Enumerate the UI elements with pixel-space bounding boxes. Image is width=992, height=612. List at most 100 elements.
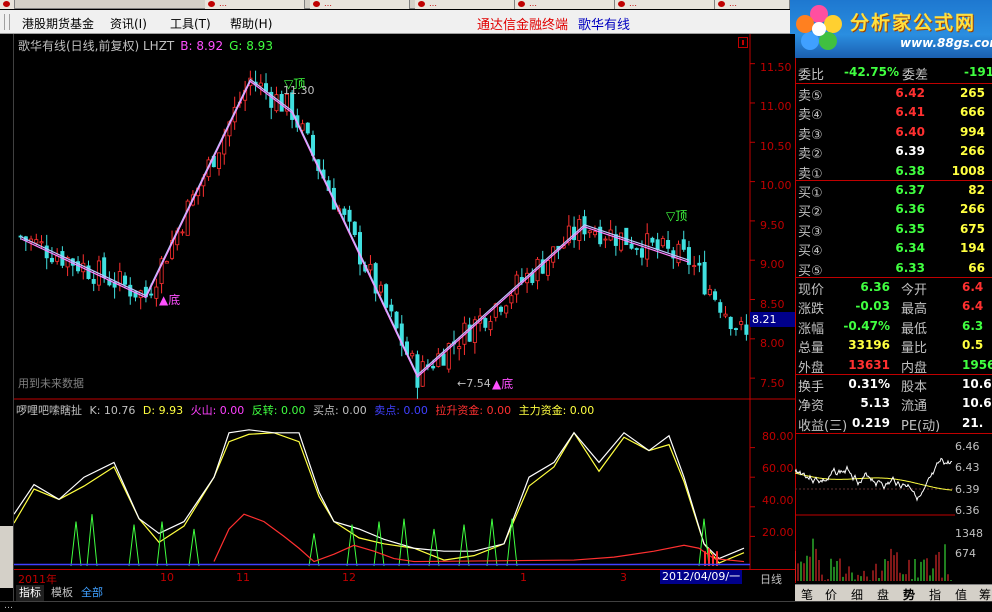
formula-tabs: 指标 模板 全部	[14, 585, 795, 601]
taskbar-item-3[interactable]: …	[415, 0, 515, 9]
mini-price-line	[795, 457, 953, 502]
tab-all[interactable]: 全部	[78, 585, 106, 601]
candle-body	[352, 221, 357, 235]
mini-tick: 6.43	[955, 461, 980, 474]
rtab-book[interactable]: 盘	[877, 586, 889, 603]
ask-price: 6.39	[895, 144, 925, 159]
candle-body	[692, 265, 697, 267]
candle-body	[180, 231, 185, 234]
bottom-triangle-icon: ▲	[492, 377, 502, 391]
indicator-k: K: 10.76	[89, 404, 136, 417]
stat-value: -0.03	[855, 299, 890, 314]
candle-body	[368, 263, 373, 271]
stat2-row[interactable]: 净资 5.13 流通 10.6	[796, 394, 992, 414]
bid-row[interactable]: 买③ 6.35 675	[796, 220, 992, 240]
tab-template[interactable]: 模板	[48, 585, 76, 601]
stat-row[interactable]: 现价 6.36 今开 6.4	[796, 278, 992, 298]
menu-news[interactable]: 资讯(I)	[110, 15, 147, 32]
candle-body	[702, 262, 707, 295]
indicator-sell: 卖点: 0.00	[374, 404, 428, 417]
ask-level-label: 卖②	[798, 147, 823, 163]
panel-toggle-icon[interactable]	[738, 37, 748, 48]
stat2-row[interactable]: 收益(三) 0.219 PE(动) 21.	[796, 414, 992, 434]
menu-help[interactable]: 帮助(H)	[230, 15, 272, 32]
logo-url: www.88gs.com	[900, 36, 992, 50]
cursor-price-label: 8.21	[750, 312, 795, 327]
stat-row[interactable]: 涨跌 -0.03 最高 6.4	[796, 297, 992, 317]
ask-row[interactable]: 卖① 6.38 1008	[796, 162, 992, 182]
taskbar-item-1[interactable]: …	[205, 0, 305, 9]
candle-body	[634, 248, 639, 250]
price-tick: 8.50	[760, 298, 785, 311]
rtab-price[interactable]: 价	[825, 586, 837, 603]
stat-value: 6.4	[962, 299, 984, 314]
menu-futures-funds[interactable]: 港股期货基金	[22, 15, 94, 32]
stat-row[interactable]: 外盘 13631 内盘 1956	[796, 356, 992, 376]
rtab-value[interactable]: 值	[955, 586, 967, 603]
ask-price: 6.38	[895, 163, 925, 178]
bid-level-label: 买②	[798, 205, 823, 221]
reversal-spike	[86, 514, 98, 567]
rtab-trades[interactable]: 笔	[801, 586, 813, 603]
bid-row[interactable]: 买① 6.37 82	[796, 181, 992, 201]
candle-body	[624, 227, 629, 246]
candle-body	[744, 324, 749, 335]
indicator-tick: 20.00	[762, 526, 794, 539]
taskbar-item-2[interactable]: …	[310, 0, 410, 9]
indicator-k-line	[14, 429, 745, 560]
stat-row[interactable]: 涨幅 -0.47% 最低 6.3	[796, 317, 992, 337]
bid-row[interactable]: 买② 6.36 266	[796, 200, 992, 221]
left-scrollbar-thumb[interactable]	[0, 526, 13, 588]
time-label: 3	[620, 571, 627, 584]
bid-row[interactable]: 买⑤ 6.33 66	[796, 259, 992, 279]
ask-level-label: 卖③	[798, 127, 823, 143]
rtab-detail[interactable]: 细	[851, 586, 863, 603]
candle-body	[739, 321, 744, 325]
candle-body	[149, 293, 154, 296]
cursor-date-label: 2012/04/09/一	[660, 570, 743, 584]
mini-tick: 674	[955, 547, 976, 560]
price-tick: 11.50	[760, 61, 792, 74]
ask-row[interactable]: 卖⑤ 6.42 265	[796, 84, 992, 104]
ask-price: 6.40	[895, 124, 925, 139]
bid-row[interactable]: 买④ 6.34 194	[796, 239, 992, 259]
ask-row[interactable]: 卖② 6.39 266	[796, 142, 992, 163]
candle-body	[394, 311, 399, 329]
stat-label: 量比	[901, 341, 928, 357]
rtab-chips[interactable]: 筹	[979, 586, 991, 603]
candle-body	[733, 328, 738, 330]
rtab-index[interactable]: 指	[929, 586, 941, 603]
intraday-mini-chart[interactable]	[795, 433, 955, 583]
time-label: 1	[520, 571, 527, 584]
stat2-row[interactable]: 换手 0.31% 股本 10.6	[796, 375, 992, 395]
stat-value: -0.47%	[843, 318, 890, 333]
tab-indicator[interactable]: 指标	[16, 585, 44, 601]
candle-body	[639, 248, 644, 258]
taskbar-item-4[interactable]: …	[515, 0, 615, 9]
menu-tools[interactable]: 工具(T)	[170, 15, 211, 32]
stock-name: 歌华有线	[578, 18, 631, 33]
candle-body	[728, 316, 733, 330]
candle-body	[102, 257, 107, 279]
ask-row[interactable]: 卖③ 6.40 994	[796, 123, 992, 143]
candle-body	[410, 352, 415, 357]
taskbar-item-6[interactable]: …	[715, 0, 790, 9]
candle-body	[650, 237, 655, 243]
stat-value: 6.4	[962, 280, 984, 294]
left-scrollbar[interactable]	[0, 34, 14, 601]
stat-row[interactable]: 总量 33196 量比 0.5	[796, 336, 992, 357]
taskbar-item-5[interactable]: …	[615, 0, 715, 9]
bottom-price-2: ←7.54	[457, 377, 491, 390]
stat-label: PE(动)	[901, 418, 941, 434]
top-marker-2: ▽顶	[666, 209, 688, 223]
candle-body	[488, 321, 493, 331]
stat-label: 收益(三)	[798, 418, 848, 434]
b-value: B: 8.92	[180, 39, 224, 53]
rtab-trend[interactable]: 势	[903, 586, 915, 603]
ask-row[interactable]: 卖④ 6.41 666	[796, 103, 992, 123]
candle-body	[117, 271, 122, 285]
indicator-chart[interactable]	[14, 400, 795, 569]
indicator-tick: 80.00	[762, 430, 794, 443]
mini-tick: 6.39	[955, 483, 980, 496]
bottom-price-2-value: 7.54	[466, 377, 491, 390]
